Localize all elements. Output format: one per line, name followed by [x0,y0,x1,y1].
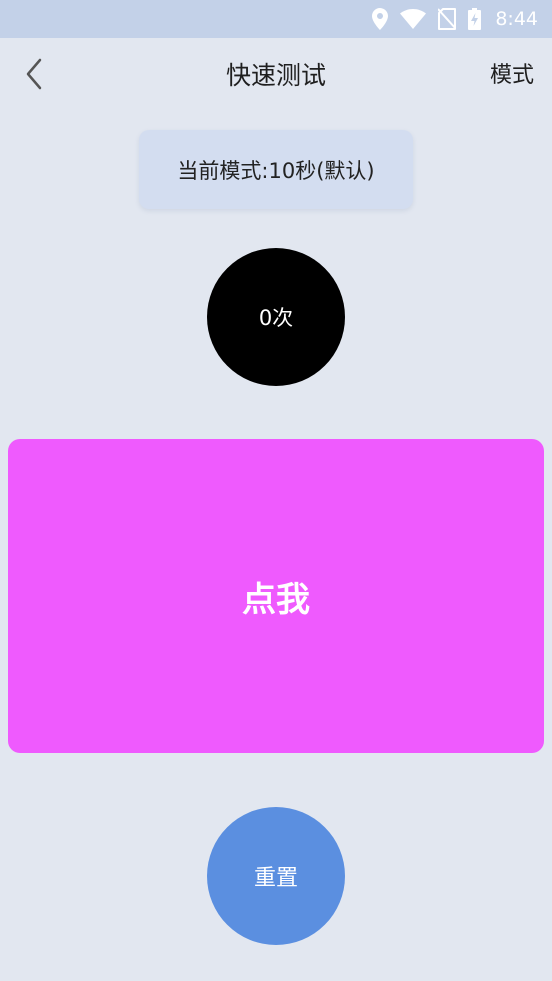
wifi-icon [400,9,427,29]
battery-charging-icon [468,8,482,30]
back-button[interactable] [14,56,54,96]
current-mode-chip: 当前模式:10秒(默认) [139,130,413,209]
status-time: 8:44 [495,8,538,30]
page-title: 快速测试 [225,61,326,90]
tap-button[interactable]: 点我 [8,439,544,753]
status-bar: 8:44 [0,0,552,38]
chevron-left-icon [24,58,44,94]
reset-button[interactable]: 重置 [207,807,345,945]
current-mode-text: 当前模式:10秒(默认) [177,158,375,183]
tap-button-label: 点我 [242,579,310,620]
app-header: 快速测试 模式 [0,38,552,114]
location-icon [372,8,389,30]
mode-button[interactable]: 模式 [490,56,534,96]
reset-button-label: 重置 [253,866,298,891]
no-sim-icon [438,8,457,30]
click-counter: 0次 [207,248,345,386]
status-icons: 8:44 [372,0,538,38]
click-count-text: 0次 [258,306,294,330]
